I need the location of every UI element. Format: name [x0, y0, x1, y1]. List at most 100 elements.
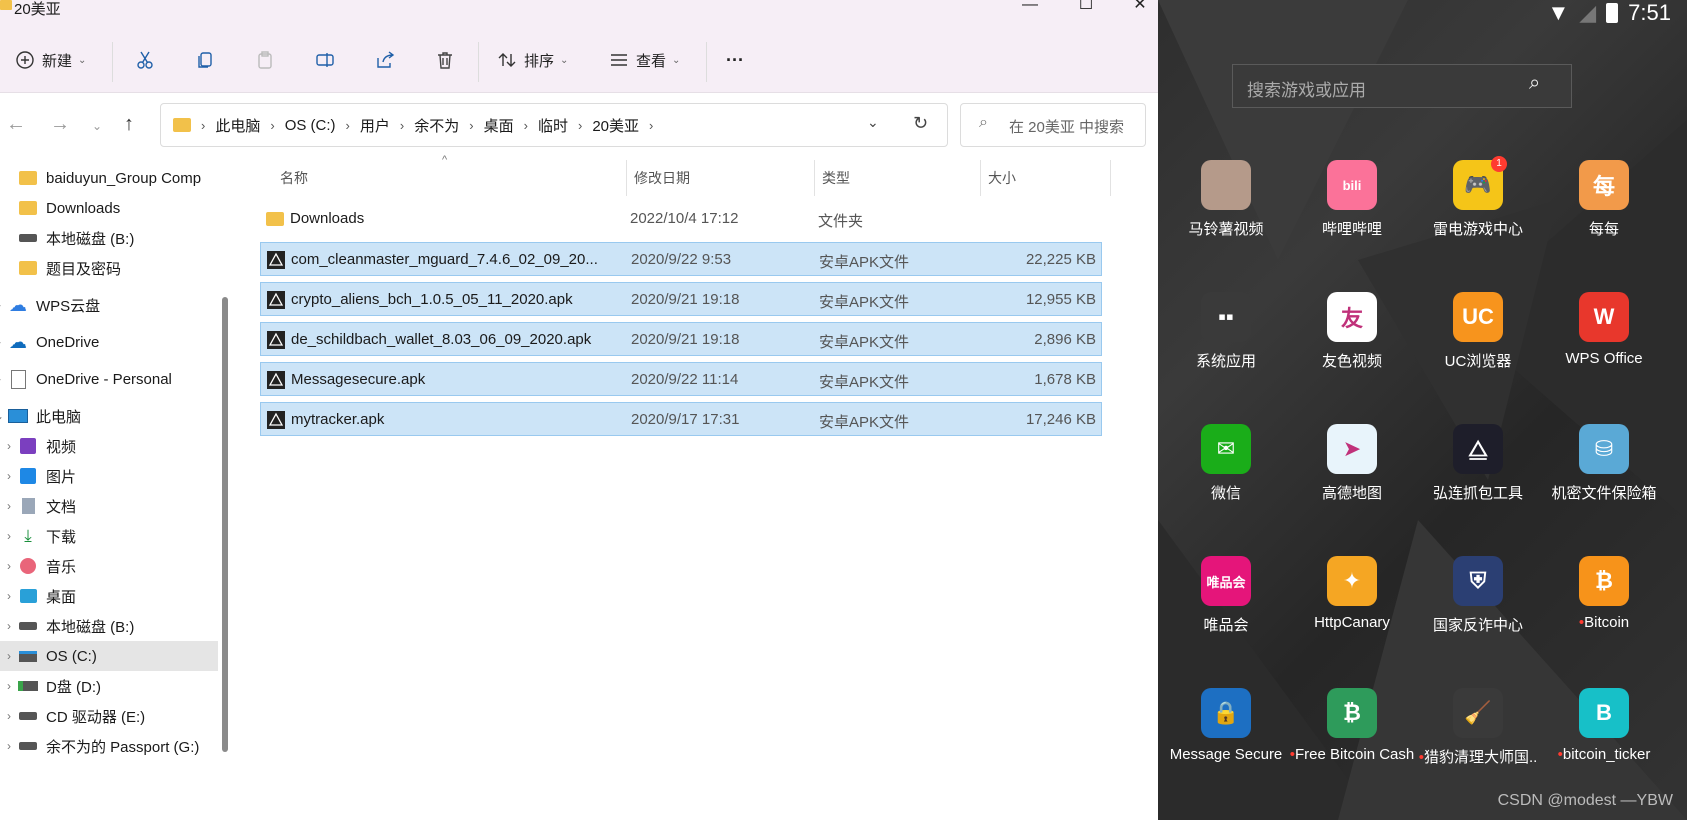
file-row[interactable]: Downloads 2022/10/4 17:12 文件夹 [260, 202, 1102, 236]
sidebar-scrollbar[interactable] [222, 297, 228, 752]
chevron-right-icon[interactable]: › [0, 739, 18, 753]
chevron-right-icon[interactable]: › [0, 439, 18, 453]
app-icon-tile[interactable]: 每每每 [1541, 160, 1667, 239]
rename-button[interactable] [314, 46, 336, 74]
chevron-right-icon[interactable]: › [0, 335, 8, 349]
file-date: 2020/9/22 11:14 [631, 371, 739, 388]
file-row[interactable]: Messagesecure.apk 2020/9/22 11:14 安卓APK文… [260, 362, 1102, 396]
breadcrumb-item[interactable]: 临时 [532, 115, 574, 136]
sidebar-item-documents[interactable]: › 文档 [0, 491, 218, 521]
app-icon-tile[interactable]: ✉ 微信 [1163, 424, 1289, 503]
app-icon-tile[interactable]: 马铃薯视频 [1163, 160, 1289, 239]
sidebar-item-local-b[interactable]: › 本地磁盘 (B:) [0, 611, 218, 641]
sidebar-item-drive-b[interactable]: 本地磁盘 (B:) [0, 223, 218, 253]
chevron-right-icon[interactable]: › [0, 589, 18, 603]
chevron-right-icon[interactable]: › [0, 298, 8, 312]
column-header-date[interactable]: 修改日期 [634, 168, 690, 188]
chevron-right-icon[interactable]: › [0, 372, 8, 386]
refresh-icon[interactable]: ↻ [913, 113, 928, 134]
app-icon-tile[interactable]: 🔒 Message Secure [1163, 688, 1289, 763]
app-icon: ▪▪ [1201, 292, 1251, 342]
rename-icon [314, 49, 336, 71]
chevron-right-icon[interactable]: › [0, 529, 18, 543]
app-icon-tile[interactable]: B •bitcoin_ticker [1541, 688, 1667, 763]
breadcrumb-item[interactable]: 20美亚 [586, 115, 645, 136]
file-row[interactable]: crypto_aliens_bch_1.0.5_05_11_2020.apk 2… [260, 282, 1102, 316]
app-icon-tile[interactable]: ⧋ 弘连抓包工具 [1415, 424, 1541, 503]
maximize-button[interactable]: ☐ [1066, 0, 1106, 16]
column-header-size[interactable]: 大小 [988, 168, 1016, 188]
chevron-right-icon[interactable]: › [0, 709, 18, 723]
sidebar-item-music[interactable]: › 音乐 [0, 551, 218, 581]
cut-button[interactable] [134, 46, 156, 74]
app-icon-tile[interactable]: 唯品会 唯品会 [1163, 556, 1289, 635]
app-icon-tile[interactable]: ▪▪ 系统应用 [1163, 292, 1289, 371]
sidebar-item-wps-cloud[interactable]: ›☁ WPS云盘 [0, 290, 208, 320]
file-row[interactable]: mytracker.apk 2020/9/17 17:31 安卓APK文件 17… [260, 402, 1102, 436]
app-icon-tile[interactable]: ₿ •Free Bitcoin Cash [1289, 688, 1415, 763]
chevron-right-icon[interactable]: › [0, 649, 18, 663]
copy-button[interactable] [194, 46, 216, 74]
recent-dropdown-icon[interactable]: ⌄ [92, 119, 102, 133]
paste-button[interactable] [254, 46, 276, 74]
chevron-right-icon[interactable]: › [0, 619, 18, 633]
file-explorer-window: 20美亚 — ☐ ✕ 新建 ⌄ 排序 ⌄ 查看 ⌄ ··· ← → ⌄ ↑ › … [0, 0, 1158, 820]
sidebar-item-os-c[interactable]: › OS (C:) [0, 641, 218, 671]
sidebar-item-pictures[interactable]: › 图片 [0, 461, 218, 491]
up-arrow-icon[interactable]: ↑ [124, 113, 134, 136]
sidebar-item-cd-drive[interactable]: › CD 驱动器 (E:) [0, 701, 218, 731]
sidebar-item-passwords[interactable]: 题目及密码 [0, 253, 218, 283]
app-icon-tile[interactable]: ₿ •Bitcoin [1541, 556, 1667, 631]
app-icon-tile[interactable]: ✦ HttpCanary [1289, 556, 1415, 631]
share-button[interactable] [374, 46, 396, 74]
app-label: •bitcoin_ticker [1541, 746, 1667, 763]
chevron-down-icon[interactable]: ⌄ [0, 409, 8, 423]
breadcrumb-item[interactable]: 此电脑 [209, 115, 266, 136]
more-options-button[interactable]: ··· [726, 46, 744, 74]
sidebar-item-this-pc[interactable]: ⌄ 此电脑 [0, 401, 208, 431]
new-button[interactable]: 新建 ⌄ [14, 46, 86, 74]
view-button[interactable]: 查看 ⌄ [608, 46, 680, 74]
sidebar-item-passport-g[interactable]: › 余不为的 Passport (G:) [0, 731, 218, 761]
app-icon-tile[interactable]: ⛨ 国家反诈中心 [1415, 556, 1541, 635]
breadcrumb-item[interactable]: 余不为 [408, 115, 465, 136]
app-icon-tile[interactable]: UC UC浏览器 [1415, 292, 1541, 371]
file-row[interactable]: de_schildbach_wallet_8.03_06_09_2020.apk… [260, 322, 1102, 356]
app-icon-tile[interactable]: 友友色视频 [1289, 292, 1415, 371]
app-icon-tile[interactable]: ➤ 高德地图 [1289, 424, 1415, 503]
app-icon-tile[interactable]: bili 哔哩哔哩 [1289, 160, 1415, 239]
chevron-right-icon[interactable]: › [0, 679, 18, 693]
picture-icon [18, 467, 38, 485]
sidebar-item-drive-d[interactable]: › D盘 (D:) [0, 671, 218, 701]
delete-button[interactable] [434, 46, 456, 74]
breadcrumb-item[interactable]: OS (C:) [279, 117, 342, 134]
app-icon-tile[interactable]: 🎮 1 雷电游戏中心 [1415, 156, 1541, 239]
chevron-right-icon[interactable]: › [0, 469, 18, 483]
app-search-input[interactable]: 搜索游戏或应用 ⌕ [1232, 64, 1572, 108]
chevron-right-icon[interactable]: › [0, 559, 18, 573]
chevron-down-icon[interactable]: ⌄ [867, 114, 879, 131]
file-row[interactable]: com_cleanmaster_mguard_7.4.6_02_09_20...… [260, 242, 1102, 276]
sidebar-item-onedrive[interactable]: ›☁ OneDrive [0, 327, 208, 357]
sidebar-item-downloads-lib[interactable]: › ⤓ 下载 [0, 521, 218, 551]
sidebar-item-baiduyun[interactable]: baiduyun_Group Comp [0, 163, 218, 193]
app-icon-tile[interactable]: W WPS Office [1541, 292, 1667, 367]
app-icon-tile[interactable]: 🧹 •猎豹清理大师国.. [1415, 688, 1541, 767]
sidebar-item-downloads[interactable]: Downloads [0, 193, 218, 223]
column-header-type[interactable]: 类型 [822, 168, 850, 188]
chevron-right-icon[interactable]: › [0, 499, 18, 513]
breadcrumb-item[interactable]: 用户 [354, 115, 396, 136]
forward-arrow-icon[interactable]: → [50, 113, 70, 136]
sidebar-item-onedrive-personal[interactable]: › OneDrive - Personal [0, 364, 208, 394]
breadcrumb-item[interactable]: 桌面 [478, 115, 520, 136]
sidebar-item-desktop[interactable]: › 桌面 [0, 581, 218, 611]
app-icon-tile[interactable]: ⛁ 机密文件保险箱 [1541, 424, 1667, 503]
minimize-button[interactable]: — [1010, 0, 1050, 16]
sort-button[interactable]: 排序 ⌄ [496, 46, 568, 74]
close-button[interactable]: ✕ [1120, 0, 1158, 16]
back-arrow-icon[interactable]: ← [6, 113, 26, 136]
search-input[interactable]: ⌕ 在 20美亚 中搜索 [960, 103, 1146, 147]
column-header-name[interactable]: 名称 [280, 168, 308, 188]
sidebar-item-videos[interactable]: › 视频 [0, 431, 218, 461]
address-bar[interactable]: › 此电脑 › OS (C:) › 用户 › 余不为 › 桌面 › 临时 › 2… [160, 103, 948, 147]
